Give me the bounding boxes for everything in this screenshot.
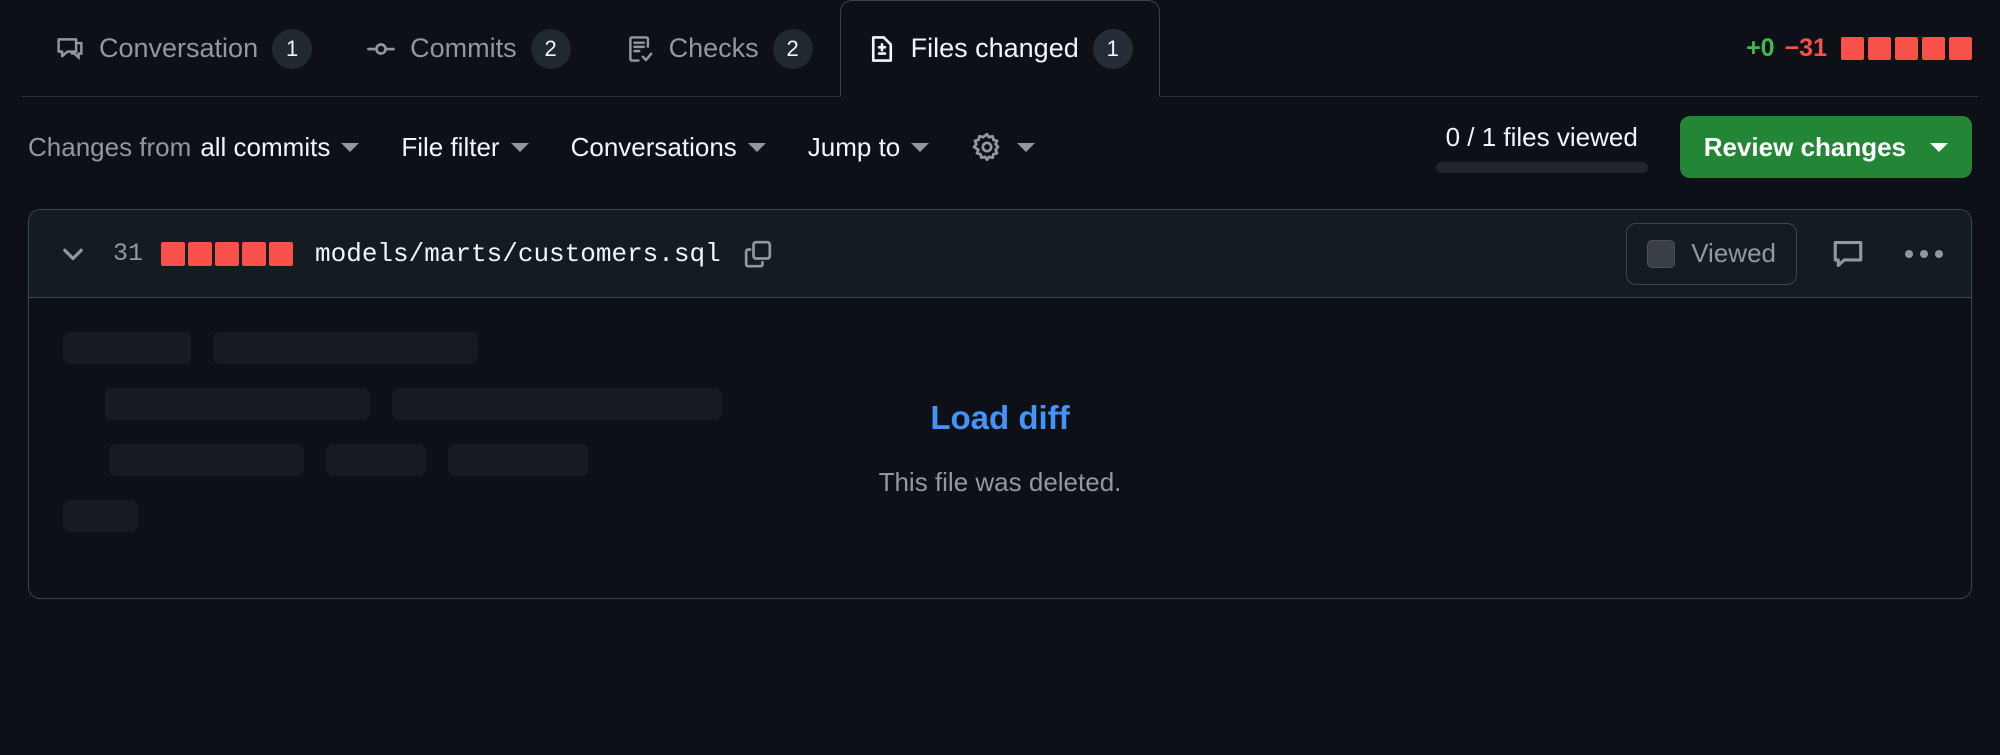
kebab-dot (1905, 249, 1913, 258)
file-stat-block (188, 241, 213, 266)
skeleton-bar (63, 332, 191, 364)
jump-to-dropdown[interactable]: Jump to (808, 132, 930, 163)
review-changes-button[interactable]: Review changes (1679, 116, 1972, 178)
jump-to-label: Jump to (807, 131, 901, 162)
kebab-dot (1920, 249, 1928, 258)
skeleton-row (105, 388, 722, 420)
skeleton-row (63, 332, 722, 364)
file-header-actions: Viewed (1626, 222, 1949, 285)
mark-viewed-button[interactable]: Viewed (1626, 222, 1797, 285)
chevron-down-icon (341, 142, 360, 152)
comment-icon[interactable] (1831, 237, 1865, 271)
file-filter-label: File filter (401, 131, 500, 162)
git-commit-icon (366, 34, 396, 64)
diff-loading-skeleton (63, 332, 722, 532)
tab-checks-label: Checks (668, 33, 759, 63)
skeleton-bar (448, 444, 588, 476)
diff-stat-block (1868, 36, 1891, 60)
diff-stat-block (1949, 36, 1972, 60)
diff-stat-block (1922, 36, 1945, 60)
chevron-down-icon (911, 142, 930, 152)
diff-stat-summary: +0 −31 (1746, 0, 2000, 96)
files-viewed-progress-bar (1435, 161, 1648, 173)
kebab-dot (1935, 249, 1943, 258)
conversations-label: Conversations (570, 131, 737, 162)
tab-checks-count: 2 (772, 28, 813, 69)
file-stat-block (242, 241, 267, 266)
diff-additions-count: +0 (1746, 33, 1775, 62)
files-viewed-text: 0 / 1 files viewed (1445, 121, 1638, 152)
changes-from-value-label: all commits (200, 131, 331, 162)
chevron-down-icon[interactable] (55, 236, 91, 272)
diff-toolbar: Changes from all commits File filter Con… (0, 97, 2000, 197)
file-stat-block (215, 241, 240, 266)
toolbar-right-group: 0 / 1 files viewed Review changes (1435, 116, 1972, 178)
load-diff-link[interactable]: Load diff (930, 399, 1069, 437)
comment-discussion-icon (55, 34, 85, 64)
file-deleted-message: This file was deleted. (878, 466, 1122, 497)
tab-conversation-label: Conversation (99, 33, 259, 63)
file-path-label: models/marts/customers.sql (315, 238, 721, 269)
skeleton-bar (63, 500, 138, 532)
diff-settings-dropdown[interactable] (971, 131, 1036, 163)
conversations-dropdown[interactable]: Conversations (571, 132, 766, 163)
skeleton-bar (326, 444, 426, 476)
viewed-label: Viewed (1691, 238, 1776, 268)
tab-conversation-count: 1 (272, 28, 313, 69)
tab-files-changed-label: Files changed (910, 33, 1079, 63)
pr-tab-bar: Conversation 1 Commits 2 Checks 2 Files … (0, 0, 2000, 97)
tab-files-changed[interactable]: Files changed 1 (839, 0, 1160, 97)
chevron-down-icon (510, 142, 529, 152)
tab-files-changed-count: 1 (1092, 28, 1133, 69)
diff-stat-block (1895, 36, 1918, 60)
tab-conversation[interactable]: Conversation 1 (28, 0, 339, 96)
tab-commits[interactable]: Commits 2 (339, 0, 598, 96)
file-diff-card: 31 models/marts/customers.sql Viewed Loa… (28, 209, 1972, 599)
diff-deletions-count: −31 (1784, 33, 1827, 62)
tab-commits-label: Commits (410, 33, 517, 63)
file-deleted-lines-count: 31 (113, 239, 144, 268)
checklist-icon (625, 34, 655, 64)
skeleton-bar (213, 332, 478, 364)
changes-from-dropdown[interactable]: Changes from all commits (28, 131, 360, 163)
chevron-down-icon (1017, 142, 1036, 152)
file-diff-icon (867, 34, 897, 64)
skeleton-bar (105, 388, 370, 420)
skeleton-row (109, 444, 722, 476)
diff-stat-blocks (1841, 36, 1972, 60)
chevron-down-icon (1930, 142, 1948, 152)
files-viewed-progress: 0 / 1 files viewed (1435, 121, 1648, 173)
gear-icon (971, 131, 1003, 163)
tab-checks[interactable]: Checks 2 (598, 0, 840, 96)
review-changes-label: Review changes (1703, 131, 1906, 162)
skeleton-row (63, 500, 722, 532)
skeleton-bar (109, 444, 304, 476)
viewed-checkbox[interactable] (1647, 239, 1676, 268)
file-filter-dropdown[interactable]: File filter (401, 131, 529, 163)
diff-stat-block (1841, 36, 1864, 60)
copy-icon[interactable] (743, 239, 773, 269)
skeleton-bar (392, 388, 722, 420)
file-stat-blocks (161, 241, 294, 266)
tab-commits-count: 2 (530, 28, 571, 69)
file-diff-body: Load diff This file was deleted. (29, 298, 1971, 598)
chevron-down-icon (747, 142, 766, 152)
kebab-horizontal-icon[interactable] (1899, 244, 1949, 264)
file-stat-block (269, 241, 294, 266)
changes-from-prefix-label: Changes from (28, 131, 192, 162)
file-stat-block (161, 241, 186, 266)
file-diff-header: 31 models/marts/customers.sql Viewed (29, 210, 1971, 298)
